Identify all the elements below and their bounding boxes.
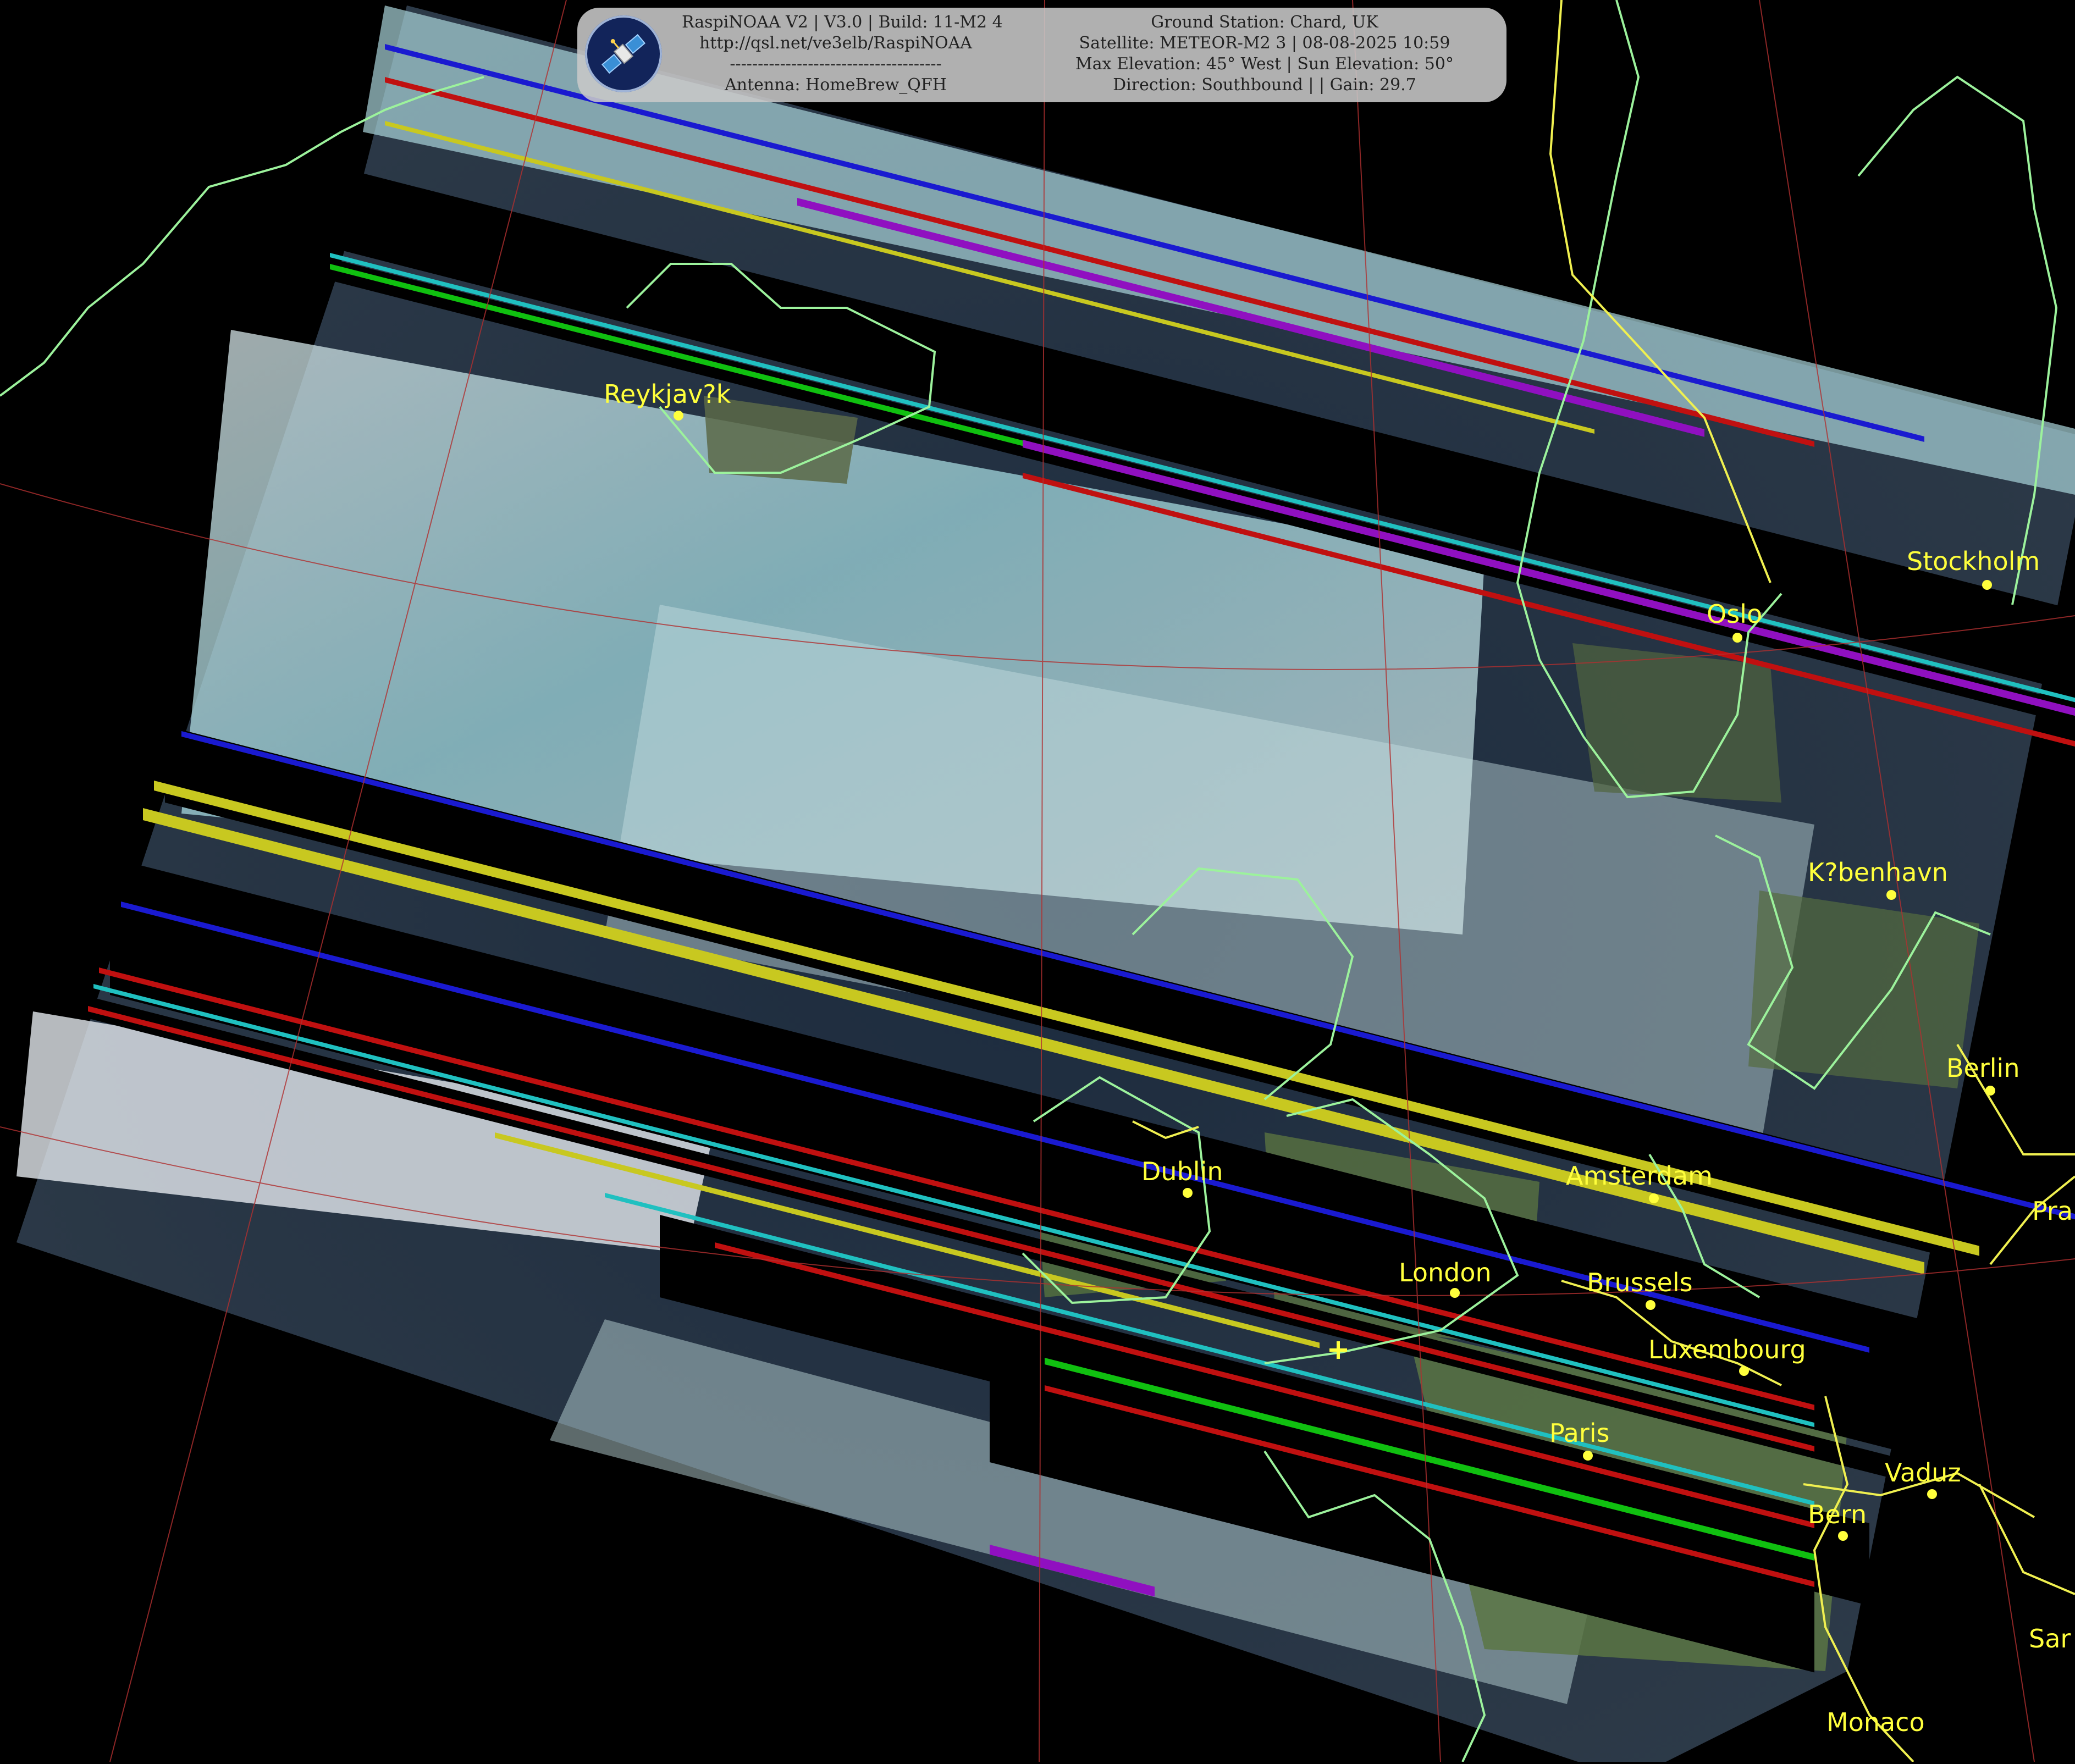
separator-line: -------------------------------------- bbox=[730, 54, 942, 74]
satellite-composite-map: Reykjav?k Oslo Stockholm K?benhavn Berli… bbox=[0, 0, 2075, 1763]
city-label-reykjavik: Reykjav?k bbox=[604, 379, 731, 409]
city-dot bbox=[1450, 1288, 1460, 1298]
direction-gain-info: Direction: Southbound | | Gain: 29.7 bbox=[1113, 75, 1416, 95]
city-label-bern: Bern bbox=[1808, 1500, 1867, 1529]
city-label-vaduz: Vaduz bbox=[1885, 1458, 1961, 1487]
ground-station: Ground Station: Chard, UK bbox=[1151, 13, 1378, 32]
city-dot bbox=[1927, 1489, 1937, 1499]
city-dot bbox=[1732, 633, 1742, 643]
city-dot bbox=[1183, 1188, 1193, 1198]
city-label-brussels: Brussels bbox=[1587, 1268, 1693, 1297]
city-label-dublin: Dublin bbox=[1141, 1157, 1223, 1186]
city-label-monaco: Monaco bbox=[1826, 1707, 1925, 1737]
station-info: RaspiNOAA V2 | V3.0 | Build: 11-M2 4 htt… bbox=[682, 12, 1003, 96]
city-dot bbox=[1838, 1531, 1848, 1541]
satellite-icon bbox=[585, 15, 662, 92]
city-dot bbox=[674, 411, 683, 421]
antenna-info: Antenna: HomeBrew_QFH bbox=[725, 75, 947, 95]
pass-info: Ground Station: Chard, UK Satellite: MET… bbox=[1028, 12, 1501, 96]
city-label-praha: Pra bbox=[2032, 1196, 2073, 1226]
city-label-kobenhavn: K?benhavn bbox=[1808, 858, 1948, 887]
map-canvas bbox=[0, 0, 2075, 1763]
city-dot bbox=[1583, 1451, 1593, 1461]
city-label-amsterdam: Amsterdam bbox=[1566, 1161, 1713, 1191]
city-label-berlin: Berlin bbox=[1946, 1053, 2020, 1083]
city-label-sarajevo: Sar bbox=[2029, 1624, 2071, 1654]
city-label-paris: Paris bbox=[1549, 1418, 1610, 1448]
city-label-oslo: Oslo bbox=[1707, 599, 1763, 629]
satellite-info: Satellite: METEOR-M2 3 | 08-08-2025 10:5… bbox=[1079, 34, 1450, 53]
city-dot bbox=[1985, 1086, 1995, 1096]
city-dot bbox=[1886, 890, 1896, 900]
software-version: RaspiNOAA V2 | V3.0 | Build: 11-M2 4 bbox=[682, 13, 1003, 32]
pass-info-banner: RaspiNOAA V2 | V3.0 | Build: 11-M2 4 htt… bbox=[577, 8, 1506, 102]
elevation-info: Max Elevation: 45° West | Sun Elevation:… bbox=[1075, 54, 1454, 74]
city-label-luxembourg: Luxembourg bbox=[1648, 1335, 1806, 1364]
city-label-stockholm: Stockholm bbox=[1907, 546, 2040, 576]
city-dot bbox=[1739, 1366, 1749, 1376]
city-dot bbox=[1649, 1193, 1659, 1203]
city-dot bbox=[1982, 580, 1992, 590]
city-dot bbox=[1646, 1300, 1655, 1310]
city-label-london: London bbox=[1399, 1258, 1492, 1287]
project-url: http://qsl.net/ve3elb/RaspiNOAA bbox=[699, 34, 972, 53]
